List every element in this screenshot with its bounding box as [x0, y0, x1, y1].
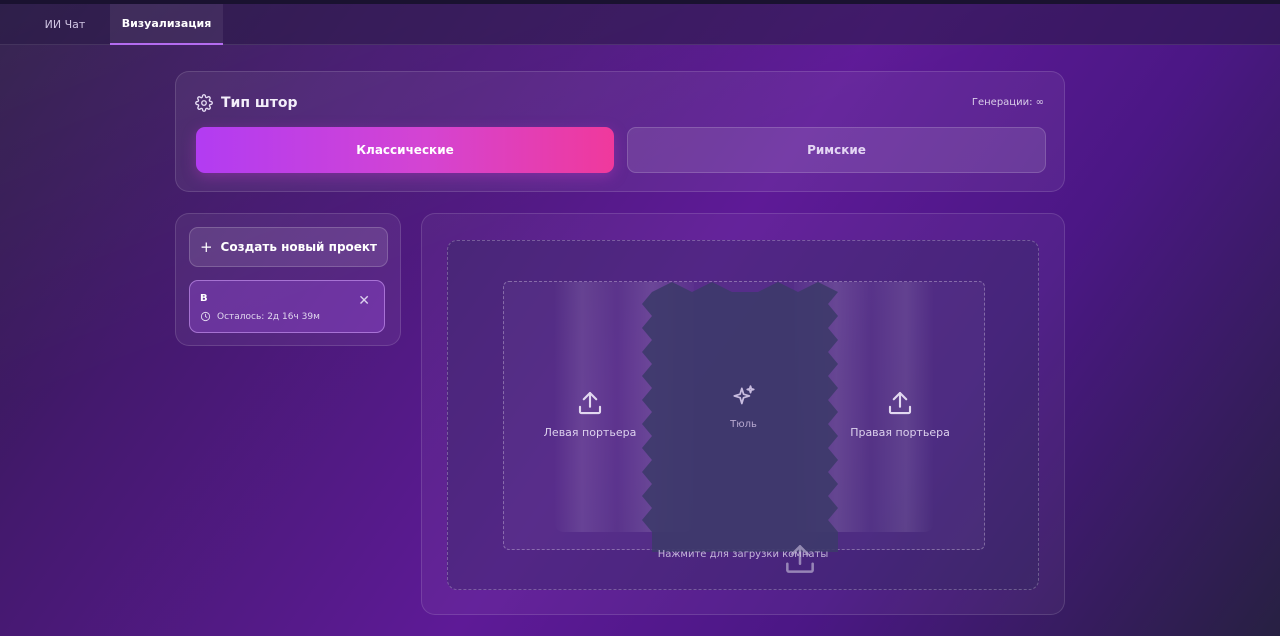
tulle-upload[interactable]: Тюль [681, 384, 806, 432]
project-item[interactable]: В ✕ Осталось: 2д 16ч 39м [189, 280, 385, 333]
sparkles-icon [732, 385, 755, 405]
upload-card: Левая портьера Тюль Правая портьера Нажм… [421, 213, 1065, 615]
left-drape-upload[interactable]: Левая портьера [524, 388, 656, 440]
close-icon[interactable]: ✕ [358, 294, 370, 308]
plus-icon: + [199, 237, 213, 256]
tulle-label: Тюль [730, 419, 757, 430]
curtain-type-card: Тип штор Генерации: ∞ Классические Римск… [175, 71, 1065, 192]
room-upload-dropzone[interactable]: Левая портьера Тюль Правая портьера Нажм… [447, 240, 1039, 590]
upload-icon [578, 391, 602, 415]
roman-blinds-button[interactable]: Римские [627, 127, 1046, 173]
generations-counter: Генерации: ∞ [971, 97, 1044, 108]
left-drape-label: Левая портьера [543, 426, 637, 439]
curtain-preview-frame: Левая портьера Тюль Правая портьера [503, 281, 985, 573]
tab-visualization[interactable]: Визуализация [110, 4, 223, 45]
right-drape-label: Правая портьера [850, 426, 950, 439]
curtain-type-title: Тип штор [221, 95, 298, 111]
projects-card: + Создать новый проект В ✕ Осталось: 2д … [175, 213, 401, 346]
right-drape-upload[interactable]: Правая портьера [834, 388, 966, 440]
project-time-remaining: Осталось: 2д 16ч 39м [217, 312, 320, 322]
tab-bar: ИИ Чат Визуализация [0, 4, 1280, 45]
classic-curtains-button[interactable]: Классические [196, 127, 614, 173]
project-name: В [200, 293, 208, 304]
gear-icon [195, 94, 213, 112]
create-project-label: Создать новый проект [220, 240, 378, 254]
room-upload-hint: Нажмите для загрузки комнаты [657, 549, 829, 560]
tab-ai-chat[interactable]: ИИ Чат [30, 4, 100, 45]
upload-icon [888, 391, 912, 415]
clock-icon [200, 311, 211, 322]
create-project-button[interactable]: + Создать новый проект [189, 227, 388, 267]
